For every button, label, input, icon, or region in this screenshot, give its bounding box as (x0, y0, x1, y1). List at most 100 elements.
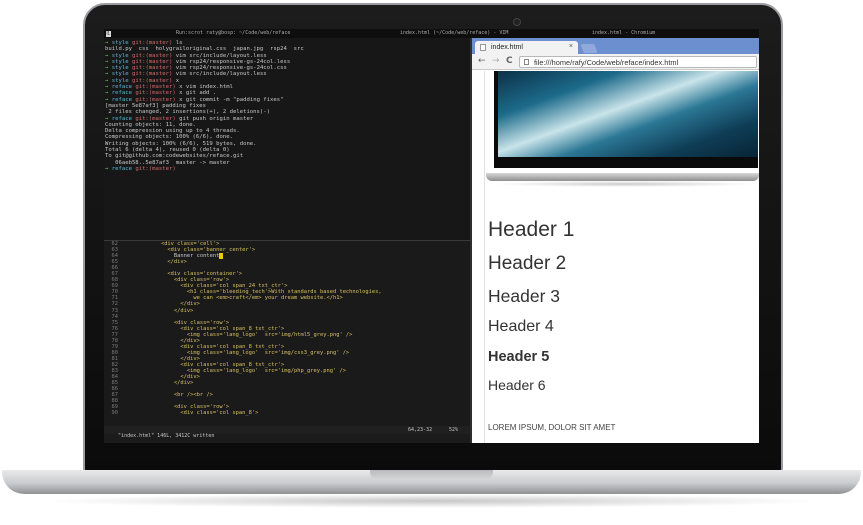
line-number: 90 (111, 410, 119, 417)
terminal-command: x vim index.html (179, 84, 233, 91)
header-4: Header 4 (488, 318, 554, 335)
chromium-window: index.html × ← → C file:///home/rafy/Cod… (472, 38, 759, 443)
hero-wave-image (498, 71, 758, 157)
run-label[interactable]: Run: (176, 30, 188, 36)
vim-window-title[interactable]: index.html (~/Code/web/reface) - VIM (400, 30, 508, 36)
prompt-dir: style (111, 52, 132, 59)
code-text: </div> (122, 259, 187, 266)
terminal-pane[interactable]: → style git:(master) ls build.py css holy… (104, 38, 470, 240)
prompt-dir: style (111, 58, 132, 65)
prompt-arrow: → (105, 58, 112, 65)
terminal-output: 06aeb58..5e87af3 master -> master (105, 159, 230, 166)
workspace-9[interactable]: 9 (106, 31, 109, 37)
prompt-arrow: → (105, 52, 112, 59)
vim-scroll-percent: 52% (449, 427, 459, 433)
header-5: Header 5 (488, 349, 550, 365)
vim-line: 90 <div class='col span_8'> (104, 410, 470, 416)
code-text: </div> (122, 380, 194, 387)
git-branch: git:(master) (131, 65, 176, 72)
terminal-window-title[interactable]: scrot raty@bosp: ~/Code/web/reface (188, 30, 290, 36)
terminal-command: vim src/include/layout.less (175, 71, 267, 78)
hero-laptop-image (486, 71, 759, 187)
prompt-dir: reface (111, 115, 136, 122)
git-branch: git:(master) (135, 115, 180, 122)
camera (513, 18, 521, 26)
prompt-arrow: → (105, 65, 112, 72)
hero-laptop-base (486, 173, 759, 181)
terminal-output: Writing objects: 100% (6/6), 519 bytes, … (105, 140, 257, 147)
tab-title: index.html (491, 44, 523, 51)
git-branch: git:(master) (135, 165, 180, 172)
terminal-command: git push origin master (179, 115, 254, 122)
prompt-arrow: → (105, 165, 112, 172)
text-cursor (219, 253, 223, 260)
vim-cursor-position: 64,23-32 (408, 427, 433, 433)
prompt-dir: style (111, 77, 132, 84)
page-viewport[interactable]: Header 1 Header 2 Header 3 Header 4 Head… (472, 71, 759, 443)
new-tab-button[interactable] (580, 44, 598, 53)
vim-editor[interactable]: 62 <div class='cell'> 63 <div class='bann… (104, 241, 470, 426)
url-text: file:///home/rafy/Code/web/reface/index.… (534, 58, 679, 67)
terminal-output: build.py css holygrailoriginal.css japan… (105, 46, 304, 53)
browser-toolbar: ← → C file:///home/rafy/Code/web/reface/… (472, 54, 759, 70)
terminal-command: vim src/include/layout.less (175, 52, 267, 59)
terminal-command: x git commit -m "padding fixes" (179, 96, 284, 103)
terminal-output: Counting objects: 11, done. (105, 121, 196, 128)
lorem-heading: LOREM IPSUM, DOLOR SIT AMET (488, 423, 616, 432)
terminal-output: Total 6 (delta 4), reused 0 (delta 0) (105, 147, 230, 154)
code-text: <div class='col span_8'> (122, 410, 259, 417)
tab-strip: index.html × (472, 38, 759, 54)
prompt-arrow: → (105, 40, 112, 46)
terminal-command: vim rsp24/responsive-gs-24col.css (175, 65, 287, 72)
prompt-dir: style (111, 40, 132, 46)
laptop-screen: 123456789 Run: scrot raty@bosp: ~/Code/w… (104, 29, 759, 443)
vim-status-bar: "index.html" 146L, 3412C written 64,23-3… (104, 426, 470, 439)
code-text: </div> (122, 307, 194, 314)
back-arrow-icon[interactable]: ← (478, 56, 486, 66)
terminal-output: 2 files changed, 2 insertions(+), 2 dele… (105, 109, 271, 116)
header-3: Header 3 (488, 286, 560, 306)
prompt-dir: style (111, 65, 132, 72)
prompt-dir: reface (111, 84, 136, 91)
chromium-window-title[interactable]: index.html - Chromium (592, 30, 655, 36)
page-icon (480, 44, 486, 51)
git-branch: git:(master) (135, 96, 180, 103)
terminal-command: vim rsp24/responsive-gs-24col.less (175, 58, 291, 65)
prompt-dir: style (111, 71, 132, 78)
git-branch: git:(master) (131, 71, 176, 78)
git-branch: git:(master) (131, 77, 176, 84)
prompt-dir: reface (111, 90, 136, 97)
window-manager-bar: 123456789 Run: scrot raty@bosp: ~/Code/w… (104, 29, 759, 38)
prompt-dir: reface (111, 96, 136, 103)
terminal-command: x git add . (179, 90, 217, 97)
git-branch: git:(master) (135, 84, 180, 91)
reload-icon[interactable]: C (506, 56, 513, 66)
git-branch: git:(master) (131, 40, 176, 46)
page-edge (484, 71, 485, 443)
prompt-arrow: → (105, 77, 112, 84)
hero-laptop-shadow (492, 181, 758, 187)
prompt-arrow: → (105, 90, 112, 97)
code-text: <br /><br /> (122, 392, 213, 399)
page-icon (524, 59, 529, 65)
terminal-command: ls (175, 40, 183, 46)
laptop-notch (370, 470, 493, 480)
header-6: Header 6 (488, 377, 546, 393)
prompt-arrow: → (105, 115, 112, 122)
git-branch: git:(master) (135, 90, 180, 97)
header-2: Header 2 (488, 253, 567, 274)
git-branch: git:(master) (131, 52, 176, 59)
terminal-command: x (175, 77, 180, 84)
header-1: Header 1 (488, 218, 575, 241)
terminal-line: → reface git:(master) (105, 166, 469, 172)
terminal-output: Delta compression using up to 4 threads. (105, 128, 240, 135)
close-icon[interactable]: × (569, 43, 573, 50)
address-bar[interactable]: file:///home/rafy/Code/web/reface/index.… (519, 56, 757, 68)
prompt-dir: reface (111, 165, 136, 172)
tab-index-html[interactable]: index.html × (475, 41, 578, 54)
laptop-shadow (40, 494, 823, 508)
forward-arrow-icon[interactable]: → (492, 56, 500, 66)
terminal-output: Compressing objects: 100% (6/6), done. (105, 134, 233, 141)
prompt-arrow: → (105, 71, 112, 78)
prompt-arrow: → (105, 96, 112, 103)
